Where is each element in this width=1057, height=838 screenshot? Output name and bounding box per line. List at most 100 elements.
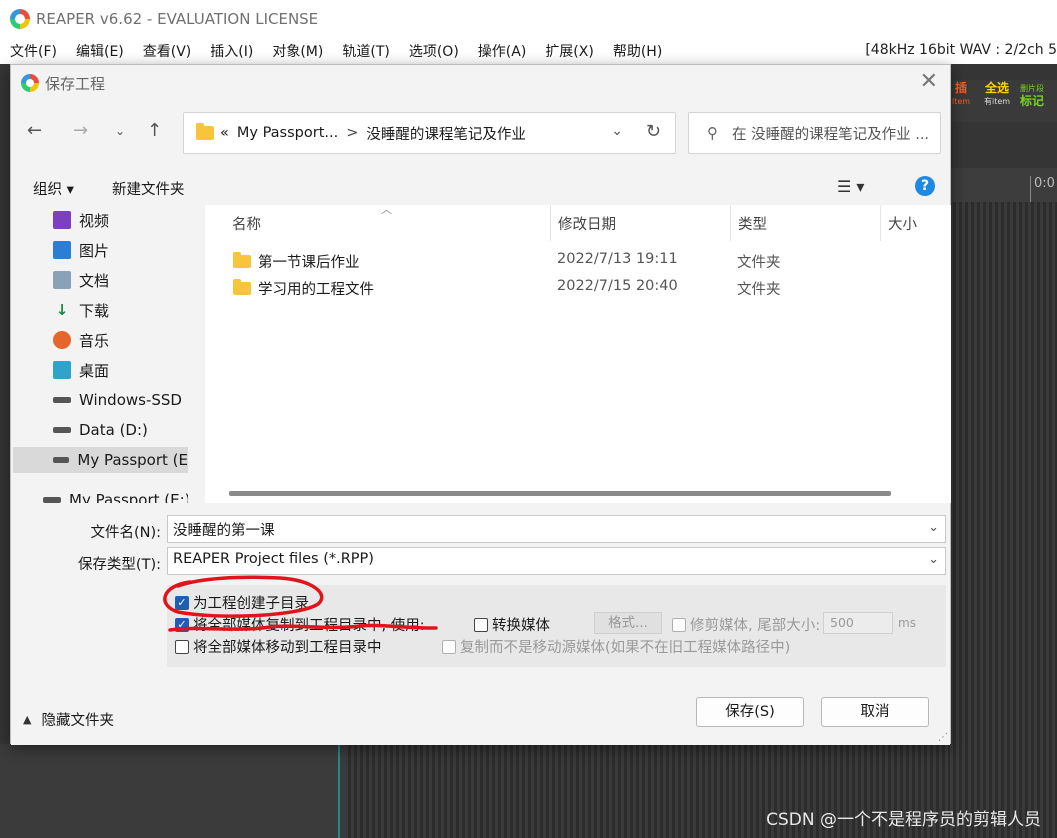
nav-item-label: 图片 xyxy=(79,241,110,260)
reaper-logo-icon xyxy=(21,74,39,92)
save-button[interactable]: 保存(S) xyxy=(696,697,804,727)
recent-locations-chevron-icon[interactable]: ⌄ xyxy=(115,120,125,142)
column-divider[interactable] xyxy=(550,205,551,241)
help-icon[interactable]: ? xyxy=(915,176,935,196)
trim-size-input[interactable]: 500 xyxy=(823,612,893,634)
copy-not-move-checkbox[interactable]: 复制而不是移动源媒体(如果不在旧工程媒体路径中) xyxy=(442,636,790,657)
arrange-view[interactable] xyxy=(950,202,1057,838)
column-header-date[interactable]: 修改日期 xyxy=(558,213,616,234)
navigation-pane[interactable]: 视频 图片 文档 ↓ 下载 音乐 桌面 Windows-SSD Data (D:… xyxy=(11,205,188,503)
menu-view[interactable]: 查看(V) xyxy=(133,41,201,61)
filename-label: 文件名(N): xyxy=(90,525,161,541)
up-arrow-icon[interactable]: ↑ xyxy=(147,120,162,142)
chevron-down-icon[interactable]: ⌄ xyxy=(928,520,939,535)
search-input[interactable]: ⚲ 在 没睡醒的课程笔记及作业 ... xyxy=(688,112,941,154)
copy-media-checkbox[interactable]: ✓ 将全部媒体复制到工程目录中, 使用: xyxy=(175,614,425,635)
nav-item-label: 桌面 xyxy=(79,361,110,380)
file-row[interactable]: 学习用的工程文件 2022/7/15 20:40 文件夹 xyxy=(205,274,951,300)
column-header-type[interactable]: 类型 xyxy=(738,213,767,234)
nav-item-downloads[interactable]: ↓ 下载 xyxy=(53,297,109,323)
menu-actions[interactable]: 操作(A) xyxy=(468,41,536,61)
close-icon[interactable]: ✕ xyxy=(920,71,938,93)
menu-help[interactable]: 帮助(H) xyxy=(603,41,671,61)
file-type: 文件夹 xyxy=(737,282,781,298)
address-bar[interactable]: « My Passport... > 没睡醒的课程笔记及作业 ⌄ ↻ xyxy=(183,112,676,154)
filetype-select[interactable]: REAPER Project files (*.RPP) ⌄ xyxy=(167,547,946,575)
menu-options[interactable]: 选项(O) xyxy=(399,41,468,61)
back-arrow-icon[interactable]: ← xyxy=(27,120,42,142)
forward-arrow-icon[interactable]: → xyxy=(73,120,88,142)
nav-item-data-d[interactable]: Data (D:) xyxy=(53,417,148,443)
nav-item-videos[interactable]: 视频 xyxy=(53,207,109,233)
menu-extensions[interactable]: 扩展(X) xyxy=(535,41,603,61)
hide-folders-toggle[interactable]: ▲ 隐藏文件夹 xyxy=(23,709,114,730)
horizontal-scrollbar[interactable] xyxy=(229,491,891,496)
breadcrumb-separator: > xyxy=(346,125,359,141)
timeline-ruler[interactable]: 0:0 xyxy=(950,168,1057,202)
nav-item-desktop[interactable]: 桌面 xyxy=(53,357,109,383)
toolbar-button-sublabel: 有item xyxy=(984,97,1011,106)
column-divider[interactable] xyxy=(880,205,881,241)
breadcrumb-segment[interactable]: 没睡醒的课程笔记及作业 xyxy=(366,123,526,144)
search-placeholder: 在 没睡醒的课程笔记及作业 ... xyxy=(732,126,930,143)
column-divider[interactable] xyxy=(730,205,731,241)
search-icon: ⚲ xyxy=(707,124,718,142)
menu-insert[interactable]: 插入(I) xyxy=(200,41,262,61)
breadcrumb-segment[interactable]: My Passport... xyxy=(237,125,338,141)
music-icon xyxy=(53,331,71,349)
trim-media-checkbox[interactable]: 修剪媒体, 尾部大小: xyxy=(672,614,820,635)
view-options-icon[interactable]: ☰ ▾ xyxy=(837,177,864,196)
refresh-icon[interactable]: ↻ xyxy=(646,121,661,142)
folder-icon xyxy=(196,123,214,140)
create-subdir-checkbox[interactable]: ✓ 为工程创建子目录 xyxy=(175,592,309,613)
dialog-title: 保存工程 xyxy=(45,74,106,93)
file-name: 第一节课后作业 xyxy=(258,255,360,271)
address-prefix: « xyxy=(220,125,229,141)
column-header-name[interactable]: 名称 xyxy=(232,213,261,234)
file-list[interactable]: ︿ 名称 修改日期 类型 大小 第一节课后作业 2022/7/13 19:11 … xyxy=(205,203,951,503)
nav-item-my-passport[interactable]: My Passport (E xyxy=(13,447,188,473)
chevron-down-icon[interactable]: ⌄ xyxy=(611,123,623,139)
filename-input[interactable]: 没睡醒的第一课 ⌄ xyxy=(167,515,946,543)
toolbar-button-marker[interactable]: 删片段 标记 xyxy=(1020,82,1044,108)
checkbox-checked-icon: ✓ xyxy=(175,617,189,632)
move-media-checkbox[interactable]: 将全部媒体移动到工程目录中 xyxy=(175,636,382,657)
save-options-area: 文件名(N): 没睡醒的第一课 ⌄ 保存类型(T): REAPER Projec… xyxy=(11,503,950,745)
nav-item-windows-ssd[interactable]: Windows-SSD xyxy=(53,387,182,413)
nav-item-music[interactable]: 音乐 xyxy=(53,327,109,353)
nav-item-documents[interactable]: 文档 xyxy=(53,267,109,293)
download-icon: ↓ xyxy=(55,301,69,319)
resize-grip-icon[interactable]: ⋰ xyxy=(938,732,948,743)
drive-icon xyxy=(53,397,71,403)
chevron-down-icon[interactable]: ⌄ xyxy=(928,552,939,567)
organize-button[interactable]: 组织 ▾ xyxy=(33,178,74,199)
edit-cursor xyxy=(338,744,340,838)
nav-item-my-passport-e[interactable]: My Passport (E:) xyxy=(43,487,188,503)
toolbar-button-sublabel: ltem xyxy=(952,97,971,106)
column-header-size[interactable]: 大小 xyxy=(888,213,917,234)
nav-item-label: 音乐 xyxy=(79,331,110,350)
track-control-panel[interactable] xyxy=(0,744,345,838)
menu-item[interactable]: 对象(M) xyxy=(262,41,332,61)
toolbar-button-label: 标记 xyxy=(1020,94,1045,108)
nav-item-pictures[interactable]: 图片 xyxy=(53,237,109,263)
checkbox-unchecked-icon xyxy=(175,639,189,654)
menu-file[interactable]: 文件(F) xyxy=(0,41,66,61)
format-button[interactable]: 格式... xyxy=(594,612,662,634)
filetype-label: 保存类型(T): xyxy=(77,557,161,573)
dialog-title-bar[interactable]: 保存工程 ✕ xyxy=(11,65,950,101)
file-row[interactable]: 第一节课后作业 2022/7/13 19:11 文件夹 xyxy=(205,247,951,273)
desktop-icon xyxy=(53,361,71,379)
file-type: 文件夹 xyxy=(737,255,781,271)
toolbar-button-select-all[interactable]: 全选 有item xyxy=(984,82,1010,108)
cancel-button[interactable]: 取消 xyxy=(821,697,929,727)
toolbar-button-insert[interactable]: 插 ltem xyxy=(952,82,970,108)
convert-media-checkbox[interactable]: 转换媒体 xyxy=(474,614,550,635)
move-media-label: 将全部媒体移动到工程目录中 xyxy=(193,640,382,656)
new-folder-button[interactable]: 新建文件夹 xyxy=(112,178,185,199)
menu-edit[interactable]: 编辑(E) xyxy=(66,41,133,61)
nav-item-label: 文档 xyxy=(79,271,110,290)
nav-item-label: My Passport (E xyxy=(77,451,188,469)
app-title: REAPER v6.62 - EVALUATION LICENSE xyxy=(36,10,319,28)
menu-track[interactable]: 轨道(T) xyxy=(332,41,398,61)
